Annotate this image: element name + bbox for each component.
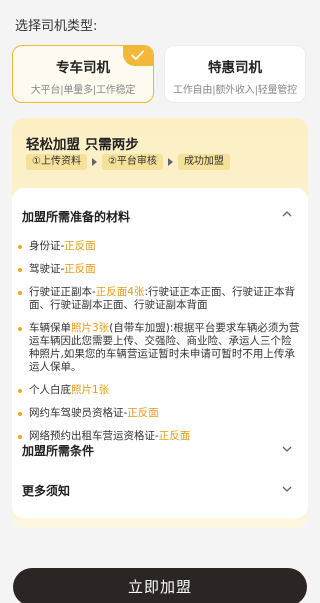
check-icon	[123, 46, 153, 66]
arrow-right-icon	[167, 158, 173, 166]
driver-type-card-premium[interactable]: 专车司机 大平台|单量多|工作稳定	[12, 45, 154, 103]
step-upload: ①上传资料	[26, 154, 87, 170]
card-title: 特惠司机	[208, 60, 262, 76]
list-item: 身份证-正反面	[18, 240, 301, 253]
bullet-dot	[18, 435, 22, 439]
bullet-dot	[18, 389, 22, 393]
bullet-dot	[18, 291, 22, 295]
page-title: 选择司机类型:	[15, 19, 98, 34]
list-item: 驾驶证-正反面	[18, 263, 301, 276]
notes-section-header[interactable]: 更多须知	[22, 482, 70, 499]
card-subtitle: 工作自由|额外收入|轻量管控	[173, 85, 297, 96]
materials-list: 身份证-正反面 驾驶证-正反面 行驶证正副本-正反面4张:行驶证正本正面、行驶证…	[18, 240, 301, 453]
conditions-section-header[interactable]: 加盟所需条件	[22, 442, 94, 459]
materials-section-header[interactable]: 加盟所需准备的材料	[22, 208, 130, 225]
list-item: 行驶证正副本-正反面4张:行驶证正本正面、行驶证正本背面、行驶证副本正面、行驶证…	[18, 286, 301, 312]
list-item: 网约车驾驶员资格证-正反面	[18, 407, 301, 420]
bullet-dot	[18, 268, 22, 272]
panel-title: 轻松加盟 只需两步	[26, 137, 139, 153]
step-review: ②平台审核	[101, 154, 163, 170]
bullet-dot	[18, 245, 22, 249]
chevron-up-icon[interactable]	[282, 210, 292, 217]
bullet-dot	[18, 412, 22, 416]
chevron-down-icon[interactable]	[282, 446, 292, 453]
arrow-right-icon	[91, 158, 97, 166]
card-subtitle: 大平台|单量多|工作稳定	[30, 85, 136, 96]
step-success: 成功加盟	[177, 154, 230, 170]
steps-bar: ①上传资料 ②平台审核 成功加盟	[26, 154, 230, 170]
join-now-button[interactable]: 立即加盟	[13, 568, 307, 603]
driver-type-card-discount[interactable]: 特惠司机 工作自由|额外收入|轻量管控	[164, 45, 306, 103]
list-item: 车辆保单照片3张(自带车加盟):根据平台要求车辆必须为营运车辆因此您需要上传、交…	[18, 322, 301, 374]
bullet-dot	[18, 327, 22, 331]
list-item: 个人白底照片1张	[18, 384, 301, 397]
materials-card: 加盟所需准备的材料 身份证-正反面 驾驶证-正反面 行驶证正副本-正反面4张:行…	[12, 188, 308, 518]
chevron-down-icon[interactable]	[282, 486, 292, 493]
